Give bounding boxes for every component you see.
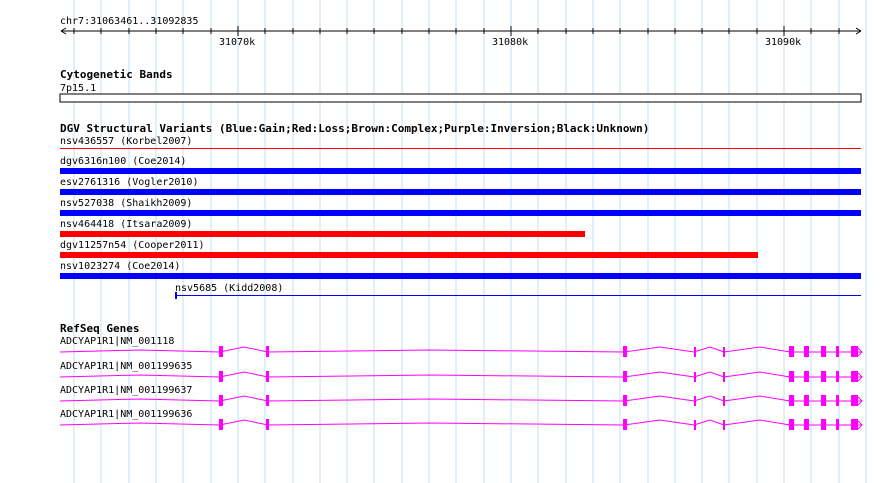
variant-label: esv2761316 (Vogler2010) [60,177,198,188]
track-title: DGV Structural Variants (Blue:Gain;Red:L… [60,122,649,135]
track-title: Cytogenetic Bands [60,68,173,81]
cytoband-bar[interactable] [59,93,862,103]
transcript-model[interactable] [59,419,863,430]
variant-label: nsv527038 (Shaikh2009) [60,198,192,209]
cytoband-label: 7p15.1 [60,83,96,94]
track-title: RefSeq Genes [60,322,139,335]
transcript-model[interactable] [59,346,863,357]
variant-bar-gain[interactable] [60,210,861,216]
variant-bar-gain[interactable] [60,273,861,279]
variant-label: nsv464418 (Itsara2009) [60,219,192,230]
variant-bar-loss[interactable] [60,252,758,258]
ruler-tick-label: 31090k [765,37,801,48]
track-cytogenetic-bands[interactable]: Cytogenetic Bands 7p15.1 [59,68,862,103]
variant-bar-loss[interactable] [60,231,585,237]
transcript-label: ADCYAP1R1|NM_001199636 [60,409,192,420]
track-dgv-structural-variants[interactable]: DGV Structural Variants (Blue:Gain;Red:L… [60,122,861,299]
ruler-tick-label: 31080k [492,37,528,48]
ruler-range-label: chr7:31063461..31092835 [60,16,198,27]
transcript-label: ADCYAP1R1|NM_001118 [60,336,174,347]
genome-browser-view[interactable]: chr7:31063461..31092835 31070k 31080k 31… [0,0,890,483]
transcript-label: ADCYAP1R1|NM_001199637 [60,385,192,396]
variant-bar-gain[interactable] [60,168,861,174]
variant-bar-gain[interactable] [60,189,861,195]
transcript-label: ADCYAP1R1|NM_001199635 [60,361,192,372]
variant-label: dgv11257n54 (Cooper2011) [60,240,205,251]
ruler-tick-label: 31070k [219,37,255,48]
variant-label: nsv1023274 (Coe2014) [60,261,180,272]
variant-start-tick [175,292,177,299]
variant-label: dgv6316n100 (Coe2014) [60,156,186,167]
track-refseq-genes[interactable]: RefSeq Genes ADCYAP1R1|NM_001118 ADCYAP1… [59,322,863,430]
ruler[interactable]: chr7:31063461..31092835 31070k 31080k 31… [60,16,862,48]
variant-bar-gain[interactable] [175,295,861,296]
variant-bar-loss[interactable] [60,148,861,149]
variant-label: nsv5685 (Kidd2008) [175,283,283,294]
transcript-model[interactable] [59,371,863,382]
transcript-model[interactable] [59,395,863,406]
variant-label: nsv436557 (Korbel2007) [60,136,192,147]
